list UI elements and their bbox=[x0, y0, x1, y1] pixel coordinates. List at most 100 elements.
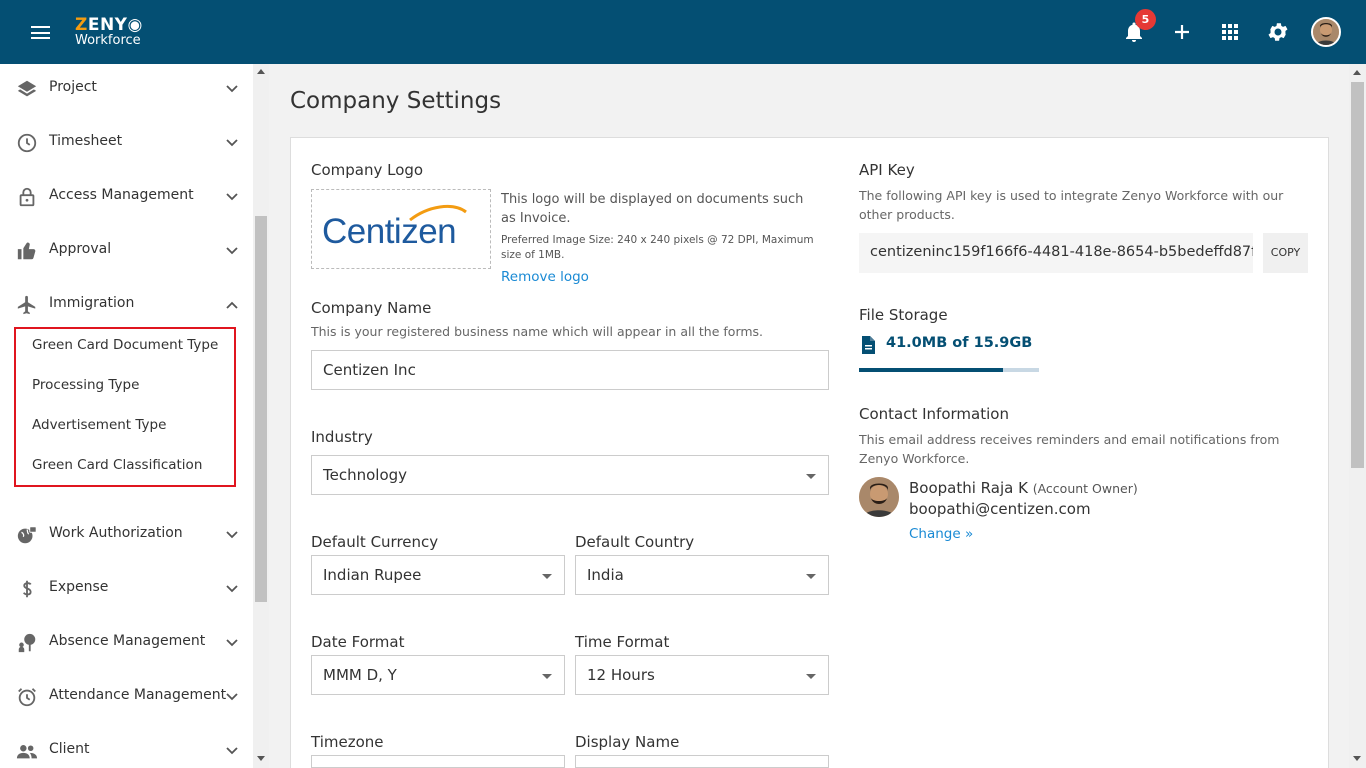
scroll-up-arrow-icon[interactable] bbox=[1353, 70, 1361, 75]
contact-name-text: Boopathi Raja K bbox=[909, 479, 1028, 497]
country-heading: Default Country bbox=[575, 533, 695, 551]
gear-icon[interactable] bbox=[1266, 20, 1290, 44]
currency-heading: Default Currency bbox=[311, 533, 439, 551]
caret-down-icon bbox=[806, 574, 816, 579]
clock-icon bbox=[17, 133, 37, 153]
company-logo-heading: Company Logo bbox=[311, 161, 424, 179]
page-title: Company Settings bbox=[290, 88, 502, 114]
storage-progress-bar bbox=[859, 368, 1039, 372]
company-name-heading: Company Name bbox=[311, 299, 432, 317]
industry-select[interactable]: Technology bbox=[311, 455, 829, 495]
logo-top: ENY bbox=[87, 15, 128, 35]
change-contact-link[interactable]: Change » bbox=[909, 526, 973, 542]
contact-info-heading: Contact Information bbox=[859, 405, 1009, 423]
chevron-down-icon bbox=[226, 585, 238, 593]
currency-value: Indian Rupee bbox=[323, 566, 422, 584]
chevron-up-icon bbox=[226, 301, 238, 309]
app-logo[interactable]: ZENY◉ Workforce bbox=[75, 15, 143, 48]
api-key-heading: API Key bbox=[859, 161, 915, 179]
layers-icon bbox=[17, 80, 37, 97]
user-avatar[interactable] bbox=[1311, 17, 1341, 47]
file-storage-heading: File Storage bbox=[859, 306, 948, 324]
company-logo-text: Centizen bbox=[322, 212, 457, 251]
submenu-green-card-document-type[interactable]: Green Card Document Type bbox=[32, 337, 218, 353]
time-format-select[interactable]: 12 Hours bbox=[575, 655, 829, 695]
chevron-down-icon bbox=[226, 193, 238, 201]
storage-progress-fill bbox=[859, 368, 1003, 372]
timezone-select[interactable] bbox=[311, 755, 565, 768]
caret-down-icon bbox=[542, 674, 552, 679]
display-name-heading: Display Name bbox=[575, 733, 680, 751]
submenu-processing-type[interactable]: Processing Type bbox=[32, 377, 139, 393]
copy-api-key-button[interactable]: COPY bbox=[1263, 233, 1308, 273]
company-name-input[interactable]: Centizen Inc bbox=[311, 350, 829, 390]
sidebar-item-immigration[interactable]: Immigration bbox=[0, 280, 253, 334]
country-value: India bbox=[587, 566, 624, 584]
logo-bottom: Workforce bbox=[75, 33, 141, 48]
api-key-description: The following API key is used to integra… bbox=[859, 188, 1284, 222]
immigration-submenu: Green Card Document Type Processing Type… bbox=[14, 327, 236, 487]
logo-preferred-size: Preferred Image Size: 240 x 240 pixels @… bbox=[501, 234, 814, 261]
person-tree-icon bbox=[18, 633, 36, 653]
remove-logo-link[interactable]: Remove logo bbox=[501, 269, 589, 285]
chevron-down-icon bbox=[226, 531, 238, 539]
industry-value: Technology bbox=[323, 466, 408, 484]
scroll-up-arrow-icon[interactable] bbox=[257, 69, 265, 74]
timezone-heading: Timezone bbox=[311, 733, 384, 751]
sidebar-scroll-thumb[interactable] bbox=[255, 216, 267, 602]
api-key-field[interactable]: centizeninc159f166f6-4481-418e-8654-b5be… bbox=[859, 233, 1253, 273]
file-storage-value: 41.0MB of 15.9GB bbox=[886, 335, 1033, 351]
lock-icon bbox=[19, 187, 35, 207]
sidebar-item-timesheet[interactable]: Timesheet bbox=[0, 118, 253, 172]
sidebar: Project Timesheet Access Management Appr… bbox=[0, 64, 253, 768]
date-format-value: MMM D, Y bbox=[323, 666, 397, 684]
sidebar-item-absence-management[interactable]: Absence Management bbox=[0, 618, 253, 672]
caret-down-icon bbox=[806, 674, 816, 679]
logo-description: This logo will be displayed on documents… bbox=[501, 192, 804, 226]
company-logo-preview[interactable]: Centizen bbox=[311, 189, 491, 269]
submenu-green-card-classification[interactable]: Green Card Classification bbox=[32, 457, 202, 473]
sidebar-item-attendance-management[interactable]: Attendance Management bbox=[0, 672, 253, 726]
alarm-icon bbox=[18, 688, 36, 707]
caret-down-icon bbox=[806, 474, 816, 479]
industry-heading: Industry bbox=[311, 428, 373, 446]
sidebar-item-work-authorization[interactable]: Work Authorization bbox=[0, 510, 253, 564]
globe-lock-icon bbox=[17, 526, 37, 544]
main-scrollbar[interactable] bbox=[1349, 64, 1366, 768]
sidebar-item-project[interactable]: Project bbox=[0, 64, 253, 118]
airplane-icon bbox=[17, 295, 36, 315]
company-name-description: This is your registered business name wh… bbox=[311, 324, 764, 339]
currency-select[interactable]: Indian Rupee bbox=[311, 555, 565, 595]
contact-avatar bbox=[859, 477, 899, 517]
contact-email: boopathi@centizen.com bbox=[909, 500, 1091, 518]
main-scroll-thumb[interactable] bbox=[1351, 82, 1364, 468]
country-select[interactable]: India bbox=[575, 555, 829, 595]
date-format-select[interactable]: MMM D, Y bbox=[311, 655, 565, 695]
chevron-down-icon bbox=[226, 747, 238, 755]
chevron-down-icon bbox=[226, 693, 238, 701]
scroll-down-arrow-icon[interactable] bbox=[257, 756, 265, 761]
sidebar-item-expense[interactable]: Expense bbox=[0, 564, 253, 618]
sidebar-scrollbar[interactable] bbox=[253, 64, 269, 768]
menu-icon[interactable] bbox=[31, 26, 50, 39]
contact-name: Boopathi Raja K (Account Owner) bbox=[909, 479, 1138, 497]
contact-info-description: This email address receives reminders an… bbox=[859, 432, 1280, 466]
sidebar-item-access-management[interactable]: Access Management bbox=[0, 172, 253, 226]
submenu-advertisement-type[interactable]: Advertisement Type bbox=[32, 417, 166, 433]
sidebar-item-approval[interactable]: Approval bbox=[0, 226, 253, 280]
top-bar: ZENY◉ Workforce 5 bbox=[0, 0, 1366, 64]
people-icon bbox=[16, 745, 38, 759]
apps-grid-icon[interactable] bbox=[1218, 20, 1242, 44]
document-icon bbox=[862, 336, 875, 354]
plus-icon[interactable] bbox=[1170, 20, 1194, 44]
time-format-heading: Time Format bbox=[575, 633, 670, 651]
display-name-input[interactable] bbox=[575, 755, 829, 768]
time-format-value: 12 Hours bbox=[587, 666, 655, 684]
dollar-icon bbox=[23, 580, 32, 598]
chevron-down-icon bbox=[226, 247, 238, 255]
chevron-down-icon bbox=[226, 639, 238, 647]
date-format-heading: Date Format bbox=[311, 633, 405, 651]
sidebar-item-client[interactable]: Client bbox=[0, 726, 253, 768]
chevron-down-icon bbox=[226, 139, 238, 147]
scroll-down-arrow-icon[interactable] bbox=[1353, 756, 1361, 761]
